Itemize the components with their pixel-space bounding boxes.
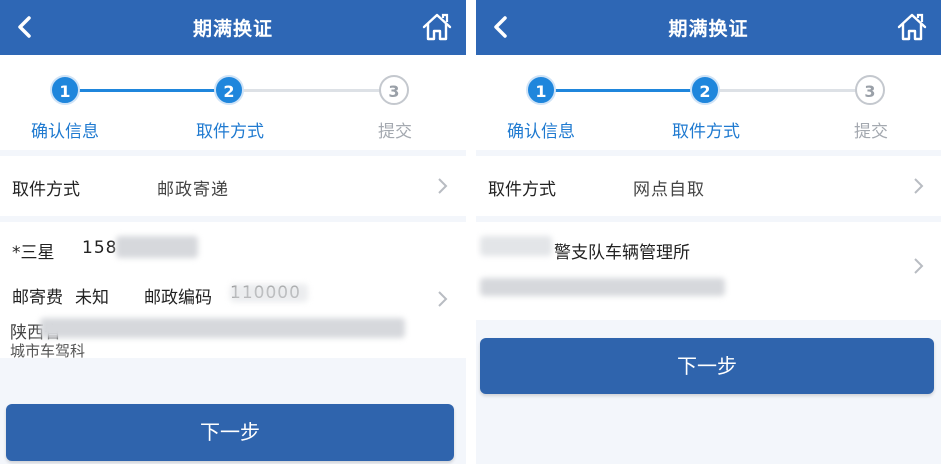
step-2-circle: 2	[214, 75, 244, 105]
redacted-office-address	[480, 278, 725, 296]
pickup-method-value: 网点自取	[633, 180, 705, 200]
step-1-circle: 1	[50, 75, 80, 105]
progress-steps: 1 2 3 确认信息 取件方式 提交	[0, 55, 466, 150]
postage-label: 邮寄费	[12, 288, 63, 308]
step-2-circle: 2	[690, 75, 720, 105]
step-1-label: 确认信息	[31, 122, 99, 142]
pickup-method-row[interactable]: 取件方式 网点自取	[476, 156, 941, 216]
home-icon[interactable]	[420, 10, 454, 44]
step-3-circle: 3	[379, 75, 409, 105]
step-1-circle: 1	[526, 75, 556, 105]
postage-value: 未知	[75, 288, 109, 308]
step-connector-done	[541, 89, 706, 92]
redacted-postcode	[230, 284, 308, 302]
step-3-circle: 3	[855, 75, 885, 105]
redacted-address	[40, 318, 405, 338]
panel-divider	[466, 0, 476, 464]
recipient-phone: 158	[82, 238, 118, 258]
next-step-button[interactable]: 下一步	[480, 338, 934, 394]
step-connector-pending	[706, 89, 871, 92]
right-screen: 期满换证 1 2 3 确认信息 取件方式 提交 取件方式 网点自取 警支队车辆管…	[476, 0, 941, 464]
pickup-office-card[interactable]: 警支队车辆管理所	[476, 222, 941, 320]
left-screen: 期满换证 1 2 3 确认信息 取件方式 提交 取件方式 邮政寄递 *三星 15…	[0, 0, 466, 464]
step-connector-done	[65, 89, 230, 92]
step-1-label: 确认信息	[507, 122, 575, 142]
step-3-label: 提交	[378, 122, 412, 142]
header-bar: 期满换证	[0, 0, 466, 55]
header-bar: 期满换证	[476, 0, 941, 55]
pickup-method-label: 取件方式	[12, 180, 80, 200]
office-name: 警支队车辆管理所	[554, 243, 690, 263]
home-icon[interactable]	[895, 10, 929, 44]
chevron-right-icon	[438, 291, 448, 307]
chevron-right-icon	[914, 178, 924, 194]
next-step-button[interactable]: 下一步	[6, 404, 454, 461]
page-title: 期满换证	[668, 18, 749, 40]
redacted-office-prefix	[480, 236, 552, 256]
address-line-2: 城市车驾科	[10, 342, 86, 360]
redacted-phone	[116, 236, 198, 258]
chevron-right-icon	[438, 178, 448, 194]
pickup-method-label: 取件方式	[488, 180, 556, 200]
step-connector-pending	[230, 89, 395, 92]
step-3-label: 提交	[854, 122, 888, 142]
page-title: 期满换证	[192, 18, 273, 40]
step-2-label: 取件方式	[672, 122, 740, 142]
recipient-name: *三星	[12, 243, 55, 263]
chevron-right-icon	[914, 258, 924, 274]
progress-steps: 1 2 3 确认信息 取件方式 提交	[476, 55, 941, 150]
pickup-method-value: 邮政寄递	[157, 180, 229, 200]
step-2-label: 取件方式	[196, 122, 264, 142]
pickup-method-row[interactable]: 取件方式 邮政寄递	[0, 156, 466, 216]
address-card[interactable]: *三星 158 邮寄费 未知 邮政编码 110000 陕西省 城市车驾科	[0, 222, 466, 360]
postcode-label: 邮政编码	[144, 288, 212, 308]
